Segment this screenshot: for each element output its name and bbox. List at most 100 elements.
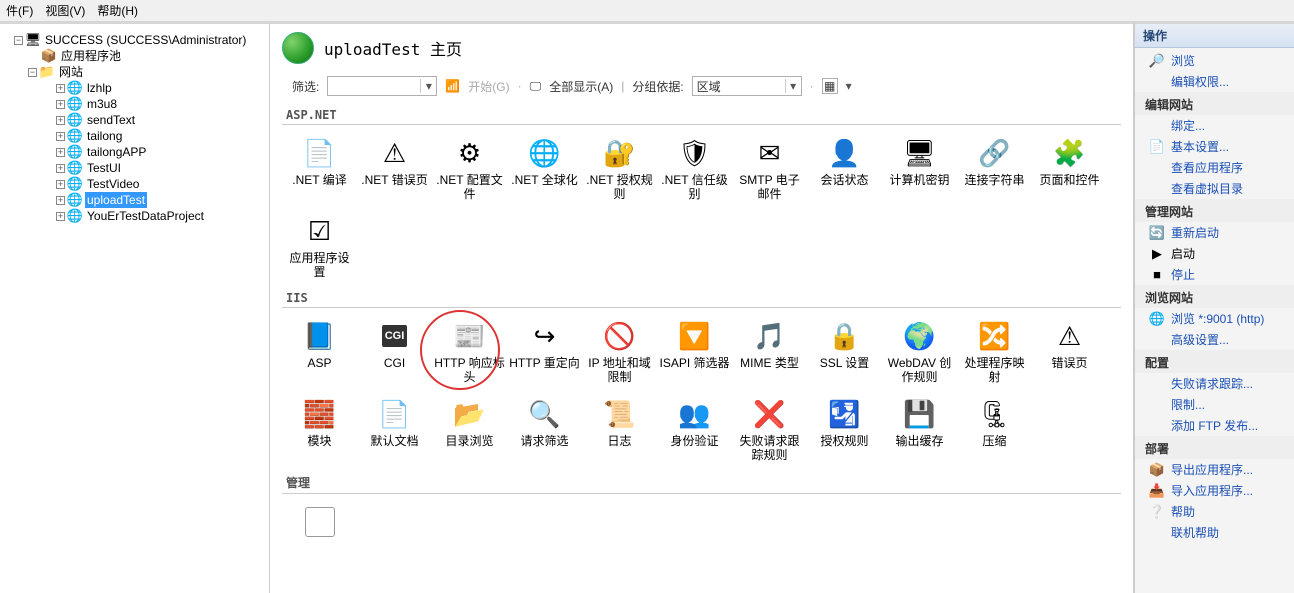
feature-item[interactable]: ⚠错误页 [1032,314,1107,388]
menu-file[interactable]: 件(F) [6,2,33,19]
feature-item[interactable]: ⚙.NET 配置文件 [432,131,507,205]
feature-item[interactable]: 📰HTTP 响应标头 [432,314,507,388]
feature-icon: 🌍 [902,318,938,354]
feature-label: 身份验证 [670,434,718,448]
action-item[interactable]: 限制... [1135,394,1294,415]
groupby-select[interactable]: 区域 ▾ [692,76,802,96]
action-group-title: 浏览网站 [1135,285,1294,308]
feature-item[interactable]: 🧱模块 [282,392,357,466]
expand-toggle[interactable]: + [56,148,65,157]
expand-toggle[interactable]: − [14,36,23,45]
feature-item[interactable]: 🔍请求筛选 [507,392,582,466]
feature-item[interactable]: 🔐.NET 授权规则 [582,131,657,205]
site-node[interactable]: tailongAPP [85,144,148,160]
app-pools-node[interactable]: 应用程序池 [59,48,123,64]
feature-item[interactable]: 🔗连接字符串 [957,131,1032,205]
site-node[interactable]: TestUI [85,160,123,176]
action-item[interactable]: 绑定... [1135,115,1294,136]
menu-view[interactable]: 视图(V) [45,2,85,19]
filter-input[interactable]: ▾ [327,76,437,96]
feature-item[interactable]: 🔽ISAPI 筛选器 [657,314,732,388]
site-node[interactable]: uploadTest [85,192,147,208]
feature-icon: 🔽 [677,318,713,354]
action-item[interactable]: 查看虚拟目录 [1135,178,1294,199]
feature-item[interactable]: 📂目录浏览 [432,392,507,466]
expand-toggle[interactable]: + [56,212,65,221]
feature-icon: 🔐 [602,135,638,171]
action-item[interactable]: ▶启动 [1135,243,1294,264]
toolbar: 筛选: ▾ 📶 开始(G) · 🖵 全部显示(A) | 分组依据: 区域 ▾ ·… [270,74,1133,100]
expand-toggle[interactable]: + [56,180,65,189]
feature-item[interactable]: 💾输出缓存 [882,392,957,466]
site-node[interactable]: sendText [85,112,137,128]
feature-item[interactable]: 📜日志 [582,392,657,466]
site-node[interactable]: m3u8 [85,96,119,112]
action-item[interactable]: 📦导出应用程序... [1135,459,1294,480]
expand-toggle[interactable]: + [56,84,65,93]
feature-item[interactable]: 🗜压缩 [957,392,1032,466]
site-node[interactable]: tailong [85,128,124,144]
expand-toggle[interactable]: + [56,100,65,109]
view-mode-button[interactable]: ▦ [822,78,838,94]
feature-item[interactable]: 👥身份验证 [657,392,732,466]
server-node[interactable]: SUCCESS (SUCCESS\Administrator) [43,32,248,48]
feature-item[interactable]: 🛡.NET 信任级别 [657,131,732,205]
feature-item[interactable]: 🔒SSL 设置 [807,314,882,388]
site-node[interactable]: TestVideo [85,176,141,192]
feature-item[interactable]: ✉SMTP 电子邮件 [732,131,807,205]
feature-item[interactable]: 🔀处理程序映射 [957,314,1032,388]
action-item[interactable]: 🌐浏览 *:9001 (http) [1135,308,1294,329]
action-item[interactable]: 联机帮助 [1135,522,1294,543]
action-label: 限制... [1171,396,1205,413]
site-node[interactable]: YouErTestDataProject [85,208,206,224]
sites-node[interactable]: 网站 [57,64,85,80]
feature-view[interactable]: ASP.NET 📄.NET 编译⚠.NET 错误页⚙.NET 配置文件🌐.NET… [270,100,1133,593]
action-item[interactable]: 失败请求跟踪... [1135,373,1294,394]
actions-panel: 操作 🔎浏览编辑权限...编辑网站绑定...📄基本设置...查看应用程序查看虚拟… [1134,22,1294,593]
action-label: 编辑权限... [1171,73,1229,90]
feature-label: 错误页 [1051,356,1087,370]
feature-item[interactable]: 👤会话状态 [807,131,882,205]
show-all-label[interactable]: 全部显示(A) [549,78,613,95]
feature-item[interactable]: 🧩页面和控件 [1032,131,1107,205]
action-item[interactable]: 查看应用程序 [1135,157,1294,178]
expand-toggle[interactable]: + [56,132,65,141]
expand-toggle[interactable]: + [56,164,65,173]
feature-item[interactable]: ↪HTTP 重定向 [507,314,582,388]
site-node[interactable]: lzhlp [85,80,114,96]
feature-item[interactable]: 🌐.NET 全球化 [507,131,582,205]
feature-item[interactable]: 🚫IP 地址和域限制 [582,314,657,388]
action-item[interactable]: 添加 FTP 发布... [1135,415,1294,436]
show-all-icon[interactable]: 🖵 [530,79,542,94]
go-icon[interactable]: 📶 [445,79,460,93]
action-item[interactable]: 📥导入应用程序... [1135,480,1294,501]
action-item[interactable]: 🔎浏览 [1135,50,1294,71]
feature-item[interactable]: ❌失败请求跟踪规则 [732,392,807,466]
feature-item[interactable]: ⚠.NET 错误页 [357,131,432,205]
feature-item[interactable]: CGICGI [357,314,432,388]
action-item[interactable]: 编辑权限... [1135,71,1294,92]
feature-label: 模块 [307,434,331,448]
feature-item[interactable]: 🛂授权规则 [807,392,882,466]
action-group-title: 配置 [1135,350,1294,373]
feature-item[interactable] [282,500,357,544]
feature-item[interactable]: 📘ASP [282,314,357,388]
feature-item[interactable]: 🖥计算机密钥 [882,131,957,205]
action-item[interactable]: 📄基本设置... [1135,136,1294,157]
expand-toggle[interactable]: + [56,116,65,125]
feature-item[interactable]: 🌍WebDAV 创作规则 [882,314,957,388]
expand-toggle[interactable]: − [28,68,37,77]
action-item[interactable]: 高级设置... [1135,329,1294,350]
feature-item[interactable]: 🎵MIME 类型 [732,314,807,388]
chevron-down-icon[interactable]: ▾ [846,79,852,93]
feature-item[interactable]: 📄.NET 编译 [282,131,357,205]
action-item[interactable]: ❔帮助 [1135,501,1294,522]
expand-toggle[interactable]: + [56,196,65,205]
action-icon: 📦 [1149,462,1165,478]
action-item[interactable]: 🔄重新启动 [1135,222,1294,243]
feature-item[interactable]: ☑应用程序设置 [282,209,357,283]
feature-label: .NET 编译 [292,173,346,187]
action-item[interactable]: ■停止 [1135,264,1294,285]
feature-item[interactable]: 📄默认文档 [357,392,432,466]
menu-help[interactable]: 帮助(H) [97,2,138,19]
